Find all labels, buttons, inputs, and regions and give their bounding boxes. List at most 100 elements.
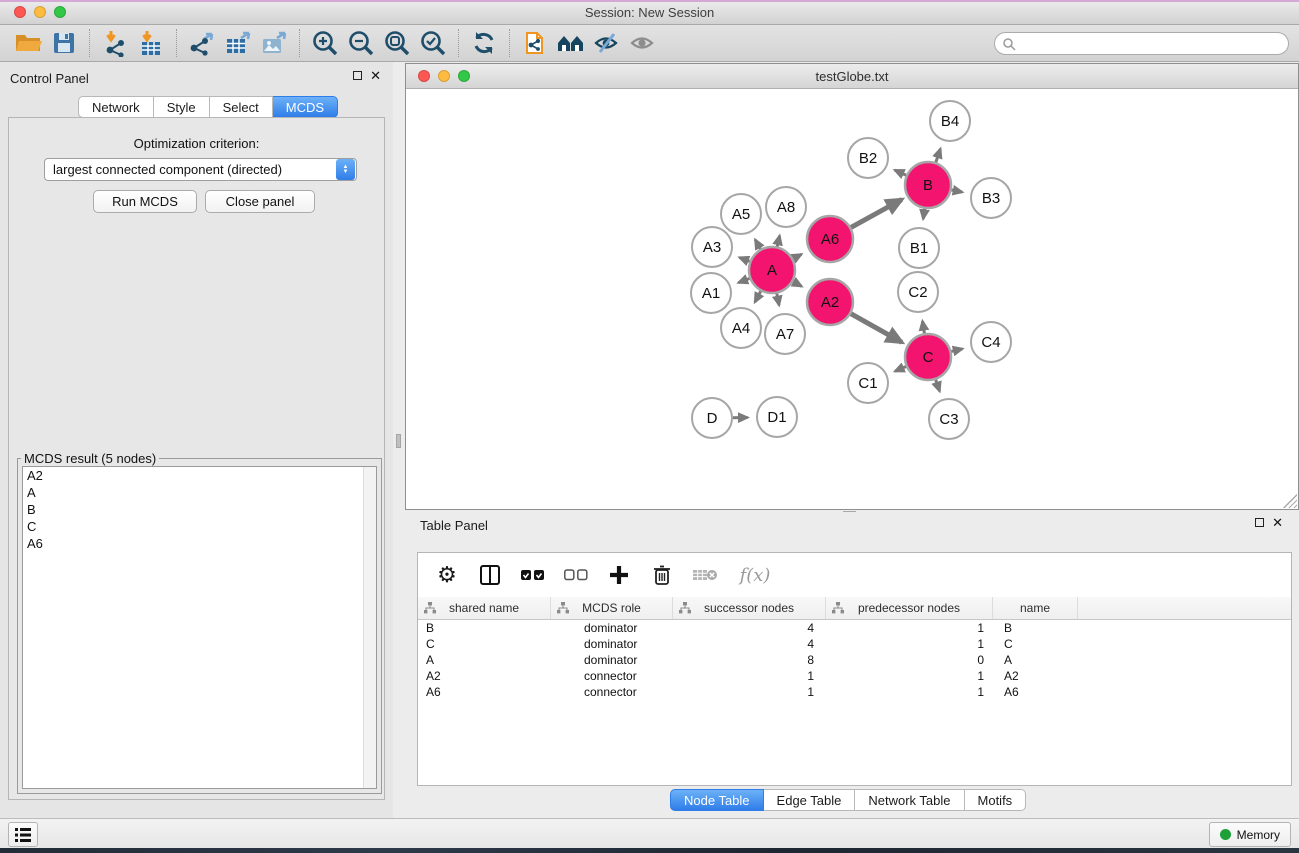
show-selected-button[interactable] (625, 27, 661, 59)
memory-button[interactable]: Memory (1209, 822, 1291, 847)
mcds-result-list[interactable]: A2ABCA6 (22, 466, 377, 789)
table-row[interactable]: A2connector11A2 (418, 668, 1291, 684)
graph-edge-B-B3[interactable] (952, 190, 963, 192)
table-row[interactable]: Bdominator41B (418, 620, 1291, 636)
task-history-button[interactable] (8, 822, 38, 847)
delete-table-button[interactable] (692, 562, 718, 588)
graph-edge-A-A8[interactable] (777, 236, 779, 247)
create-column-button[interactable] (606, 562, 632, 588)
graph-node-B1[interactable]: B1 (899, 228, 939, 268)
graph-node-A[interactable]: A (749, 247, 795, 293)
graph-edge-A2-C[interactable] (851, 314, 902, 343)
column-header-predecessor-nodes[interactable]: predecessor nodes (826, 597, 993, 619)
mcds-result-item[interactable]: A6 (23, 535, 376, 552)
graph-node-A3[interactable]: A3 (692, 227, 732, 267)
graph-edge-A6-B[interactable] (851, 200, 902, 228)
graph-node-C2[interactable]: C2 (898, 272, 938, 312)
graph-edge-A-A5[interactable] (755, 240, 760, 249)
graph-edge-B-B4[interactable] (936, 149, 941, 163)
import-table-button[interactable] (133, 27, 169, 59)
close-panel-button[interactable]: Close panel (205, 190, 315, 213)
window-resize-grip[interactable] (1283, 494, 1297, 508)
zoom-in-button[interactable] (307, 27, 343, 59)
mcds-result-item[interactable]: B (23, 501, 376, 518)
graph-edge-C-C2[interactable] (923, 321, 925, 333)
graph-node-A8[interactable]: A8 (766, 187, 806, 227)
close-panel-icon[interactable]: ✕ (1272, 518, 1283, 527)
graph-node-A5[interactable]: A5 (721, 194, 761, 234)
scrollbar-track[interactable] (363, 467, 376, 788)
network-canvas[interactable]: B4 B2 B B3 A5A8A6 A3 B1 A A1 C2 A2 A4A7 C4 C C1 C3 D D1 (406, 89, 1298, 509)
tab-mcds[interactable]: MCDS (273, 96, 338, 118)
tab-edge-table[interactable]: Edge Table (764, 789, 856, 811)
vertical-splitter-handle[interactable] (396, 434, 401, 448)
graph-node-B3[interactable]: B3 (971, 178, 1011, 218)
float-panel-icon[interactable] (353, 71, 362, 80)
export-table-button[interactable] (220, 27, 256, 59)
export-network-button[interactable] (184, 27, 220, 59)
open-session-button[interactable] (10, 27, 46, 59)
graph-node-C4[interactable]: C4 (971, 322, 1011, 362)
graph-edge-A-A2[interactable] (793, 282, 802, 287)
graph-edge-C-C3[interactable] (936, 380, 940, 392)
column-header-shared-name[interactable]: shared name (418, 597, 551, 619)
table-row[interactable]: A6connector11A6 (418, 684, 1291, 700)
graph-node-A1[interactable]: A1 (691, 273, 731, 313)
mcds-result-item[interactable]: A (23, 484, 376, 501)
graph-edge-A-A6[interactable] (793, 254, 801, 258)
save-session-button[interactable] (46, 27, 82, 59)
import-network-button[interactable] (97, 27, 133, 59)
table-settings-button[interactable]: ⚙ (434, 562, 460, 588)
graph-node-C3[interactable]: C3 (929, 399, 969, 439)
show-columns-button[interactable] (477, 562, 503, 588)
graph-node-A6[interactable]: A6 (807, 216, 853, 262)
run-mcds-button[interactable]: Run MCDS (93, 190, 197, 213)
home-view-button[interactable] (553, 27, 589, 59)
tab-node-table[interactable]: Node Table (670, 789, 764, 811)
table-row[interactable]: Cdominator41C (418, 636, 1291, 652)
mcds-result-item[interactable]: C (23, 518, 376, 535)
zoom-out-button[interactable] (343, 27, 379, 59)
graph-node-C1[interactable]: C1 (848, 363, 888, 403)
close-panel-icon[interactable]: ✕ (370, 71, 381, 80)
zoom-fit-button[interactable] (379, 27, 415, 59)
graph-node-B2[interactable]: B2 (848, 138, 888, 178)
criterion-dropdown[interactable]: largest connected component (directed) ▲… (44, 158, 357, 181)
graph-edge-B-B2[interactable] (895, 170, 906, 175)
graph-edge-A-A4[interactable] (755, 291, 761, 302)
graph-edge-A-A7[interactable] (777, 294, 779, 306)
graph-edge-B-B1[interactable] (923, 209, 924, 219)
graph-node-A7[interactable]: A7 (765, 314, 805, 354)
graph-edge-A-A1[interactable] (739, 279, 750, 283)
deselect-all-columns-button[interactable] (563, 562, 589, 588)
graph-node-C[interactable]: C (905, 334, 951, 380)
function-builder-button[interactable]: f(x) (735, 562, 775, 588)
hide-selected-button[interactable] (589, 27, 625, 59)
graph-edge-A-A3[interactable] (740, 258, 750, 262)
graph-node-B[interactable]: B (905, 162, 951, 208)
graph-edge-C-C1[interactable] (895, 367, 906, 372)
search-input[interactable] (1016, 35, 1288, 53)
tab-style[interactable]: Style (154, 96, 210, 118)
zoom-selected-button[interactable] (415, 27, 451, 59)
graph-edge-C-C4[interactable] (951, 349, 962, 352)
graph-node-D[interactable]: D (692, 398, 732, 438)
table-row[interactable]: Adominator80A (418, 652, 1291, 668)
export-image-button[interactable] (256, 27, 292, 59)
graph-node-B4[interactable]: B4 (930, 101, 970, 141)
column-header-successor-nodes[interactable]: successor nodes (673, 597, 826, 619)
column-header-mcds-role[interactable]: MCDS role (551, 597, 673, 619)
refresh-view-button[interactable] (466, 27, 502, 59)
column-header-name[interactable]: name (993, 597, 1078, 619)
tab-network-table[interactable]: Network Table (855, 789, 964, 811)
select-all-columns-button[interactable] (520, 562, 546, 588)
delete-column-button[interactable] (649, 562, 675, 588)
graph-node-D1[interactable]: D1 (757, 397, 797, 437)
graph-node-A4[interactable]: A4 (721, 308, 761, 348)
tab-select[interactable]: Select (210, 96, 273, 118)
float-panel-icon[interactable] (1255, 518, 1264, 527)
tab-network[interactable]: Network (78, 96, 154, 118)
tab-motifs[interactable]: Motifs (965, 789, 1027, 811)
mcds-result-item[interactable]: A2 (23, 467, 376, 484)
graph-node-A2[interactable]: A2 (807, 279, 853, 325)
